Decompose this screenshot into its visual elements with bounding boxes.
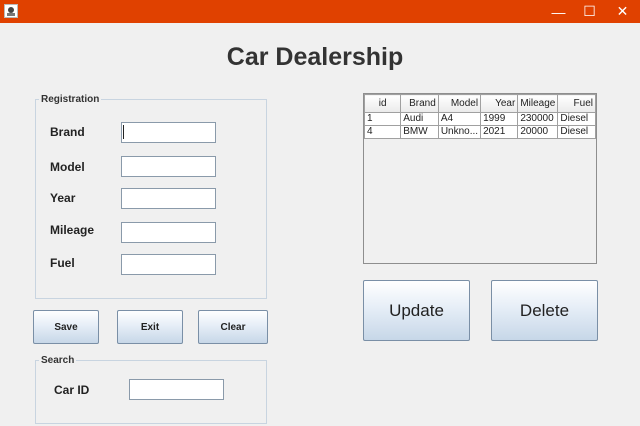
table-cell[interactable]: Unkno... (437, 125, 482, 139)
fuel-field[interactable] (121, 254, 216, 275)
table-cell[interactable]: BMW (400, 125, 439, 139)
close-icon: ✕ (616, 3, 629, 19)
table-cell[interactable]: A4 (437, 112, 482, 126)
table-cell[interactable]: Audi (400, 112, 439, 126)
update-button[interactable]: Update (363, 280, 470, 341)
title-bar: — ☐ ✕ (0, 0, 640, 23)
cars-table[interactable]: id Brand Model Year Mileage Fuel 1 Audi … (364, 94, 596, 139)
year-field[interactable] (121, 188, 216, 209)
search-legend: Search (41, 355, 75, 366)
minimize-icon: — (551, 3, 566, 20)
model-field[interactable] (121, 156, 216, 177)
car-id-label: Car ID (54, 383, 90, 397)
brand-label: Brand (50, 125, 85, 139)
brand-field[interactable] (121, 122, 216, 143)
table-cell[interactable]: 1999 (480, 112, 519, 126)
mileage-field[interactable] (121, 222, 216, 243)
car-id-field[interactable] (129, 379, 224, 400)
page-title: Car Dealership (226, 43, 404, 71)
table-cell[interactable]: 1 (364, 112, 402, 126)
java-app-icon (4, 4, 18, 18)
table-row[interactable]: 4 BMW Unkno... 2021 20000 Diesel (364, 125, 596, 139)
column-header-fuel[interactable]: Fuel (557, 94, 596, 113)
cars-table-scrollpane[interactable]: id Brand Model Year Mileage Fuel 1 Audi … (363, 93, 597, 264)
table-cell[interactable]: 20000 (517, 125, 559, 139)
delete-button[interactable]: Delete (491, 280, 598, 341)
model-label: Model (50, 160, 85, 174)
column-header-id[interactable]: id (364, 94, 402, 113)
table-cell[interactable]: 230000 (517, 112, 559, 126)
fuel-label: Fuel (50, 256, 75, 270)
table-row[interactable]: 1 Audi A4 1999 230000 Diesel (364, 112, 596, 126)
column-header-mileage[interactable]: Mileage (517, 94, 559, 113)
maximize-icon: ☐ (583, 3, 596, 19)
table-header-row: id Brand Model Year Mileage Fuel (364, 94, 596, 113)
column-header-year[interactable]: Year (480, 94, 519, 113)
maximize-button[interactable]: ☐ (572, 0, 607, 23)
table-cell[interactable]: Diesel (557, 112, 596, 126)
table-cell[interactable]: Diesel (557, 125, 596, 139)
save-button[interactable]: Save (33, 310, 99, 344)
column-header-brand[interactable]: Brand (400, 94, 439, 113)
clear-button[interactable]: Clear (198, 310, 268, 344)
year-label: Year (50, 191, 76, 205)
minimize-button[interactable]: — (541, 0, 576, 23)
registration-legend: Registration (41, 94, 100, 105)
exit-button[interactable]: Exit (117, 310, 183, 344)
mileage-label: Mileage (50, 223, 95, 237)
column-header-model[interactable]: Model (437, 94, 482, 113)
text-caret (123, 125, 124, 139)
table-cell[interactable]: 2021 (480, 125, 519, 139)
table-cell[interactable]: 4 (364, 125, 402, 139)
close-button[interactable]: ✕ (605, 0, 640, 23)
